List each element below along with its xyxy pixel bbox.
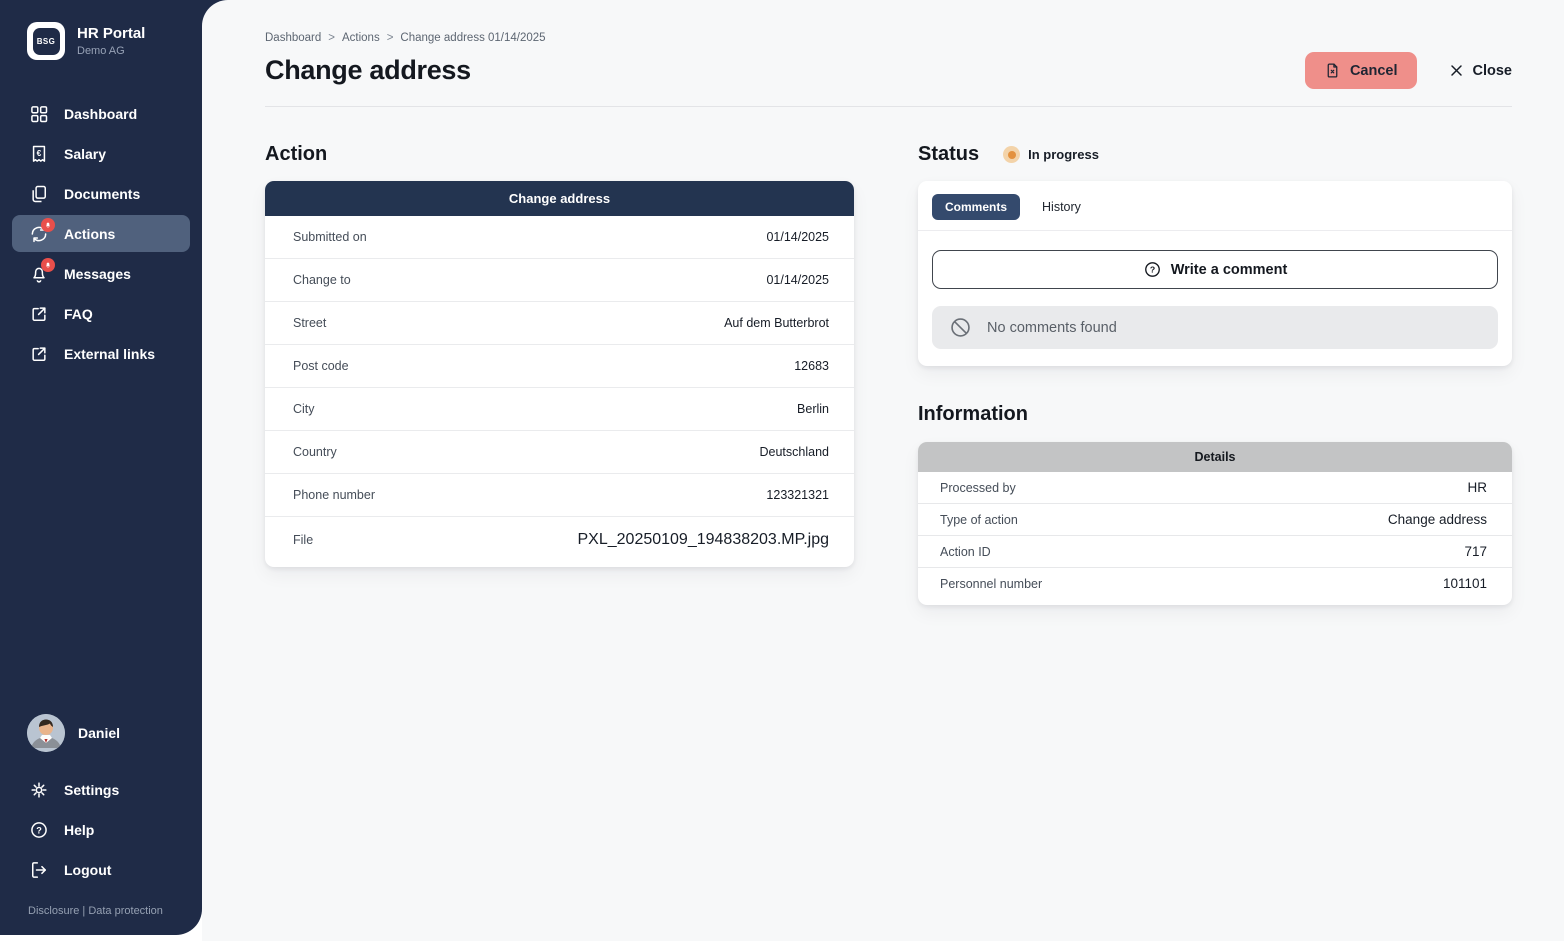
action-table: Change address Submitted on 01/14/2025 C… [265,181,854,567]
sidebar-item-settings[interactable]: Settings [12,771,190,808]
app-logo: BSG HR Portal Demo AG [0,0,202,74]
no-comments-message: No comments found [932,306,1498,349]
table-row-file: File PXL_20250109_194838203.MP.jpg [265,517,854,567]
breadcrumb-separator: > [387,32,394,44]
sidebar-item-label: Logout [64,862,111,878]
sidebar-item-salary[interactable]: € Salary [12,135,190,172]
sidebar-item-label: External links [64,346,155,362]
close-button[interactable]: Close [1449,63,1513,79]
sidebar-item-actions[interactable]: Actions [12,215,190,252]
company-name: Demo AG [77,45,145,57]
action-heading: Action [265,143,854,166]
table-row: Country Deutschland [265,431,854,474]
file-x-icon [1324,62,1341,79]
sidebar-footer-nav: Settings ? Help Logout [0,768,202,891]
details-table-header: Details [918,442,1512,472]
legal-text[interactable]: Disclosure | Data protection [28,905,163,917]
table-row: Submitted on 01/14/2025 [265,216,854,259]
gear-icon [28,779,49,800]
notification-badge [41,218,55,232]
status-dot-icon [1003,146,1020,163]
sync-icon [28,223,49,244]
status-badge: In progress [1003,146,1099,163]
legal-links: Disclosure | Data protection [0,891,202,935]
comments-tabs: Comments History [918,181,1512,231]
sidebar-item-help[interactable]: ? Help [12,811,190,848]
close-button-label: Close [1473,63,1513,79]
sidebar-item-label: Messages [64,266,131,282]
breadcrumb-current: Change address 01/14/2025 [400,32,545,44]
action-table-header: Change address [265,181,854,216]
svg-text:?: ? [1150,265,1155,275]
comments-card: Comments History ? Write a comment [918,181,1512,366]
file-link[interactable]: PXL_20250109_194838203.MP.jpg [578,531,830,549]
breadcrumb-separator: > [328,32,335,44]
table-row: Change to 01/14/2025 [265,259,854,302]
write-comment-button[interactable]: ? Write a comment [932,250,1498,289]
main-content: Dashboard > Actions > Change address 01/… [202,0,1564,941]
notification-badge [41,258,55,272]
logo-text: BSG [33,28,60,55]
documents-icon [28,183,49,204]
tab-history[interactable]: History [1042,200,1081,214]
sidebar: BSG HR Portal Demo AG Dashboard [0,0,202,935]
information-heading: Information [918,403,1512,426]
table-row: Personnel number 101101 [918,568,1512,605]
breadcrumb-dashboard[interactable]: Dashboard [265,32,321,44]
cancel-button-label: Cancel [1350,63,1398,79]
sidebar-item-label: Actions [64,226,115,242]
status-heading: Status [918,143,979,166]
app-window: BSG HR Portal Demo AG Dashboard [0,0,1564,941]
sidebar-item-messages[interactable]: Messages [12,255,190,292]
table-row: City Berlin [265,388,854,431]
table-row: Action ID 717 [918,536,1512,568]
write-comment-label: Write a comment [1171,262,1288,278]
prohibited-icon [949,316,972,339]
details-table: Details Processed by HR Type of action C… [918,442,1512,605]
table-row: Phone number 123321321 [265,474,854,517]
user-name: Daniel [78,725,120,741]
receipt-euro-icon: € [28,143,49,164]
question-circle-icon: ? [28,819,49,840]
logout-icon [28,859,49,880]
action-column: Action Change address Submitted on 01/14… [265,107,854,567]
sidebar-item-label: FAQ [64,306,93,322]
sidebar-item-label: Help [64,822,94,838]
breadcrumb: Dashboard > Actions > Change address 01/… [265,0,1512,44]
table-row: Type of action Change address [918,504,1512,536]
bell-icon [28,263,49,284]
breadcrumb-actions[interactable]: Actions [342,32,380,44]
sidebar-item-label: Settings [64,782,119,798]
table-row: Street Auf dem Butterbrot [265,302,854,345]
table-row: Processed by HR [918,472,1512,504]
external-link-icon [28,303,49,324]
sidebar-item-dashboard[interactable]: Dashboard [12,95,190,132]
sidebar-nav: Dashboard € Salary Docume [0,92,202,375]
question-circle-icon: ? [1143,260,1162,279]
app-name: HR Portal [77,25,145,43]
svg-text:?: ? [36,825,42,835]
no-comments-text: No comments found [987,320,1117,336]
svg-text:€: € [36,148,41,158]
sidebar-item-label: Dashboard [64,106,137,122]
user-profile[interactable]: Daniel [0,704,202,762]
logo-box: BSG [27,22,65,60]
table-row: Post code 12683 [265,345,854,388]
sidebar-item-external-links[interactable]: External links [12,335,190,372]
sidebar-item-label: Salary [64,146,106,162]
close-icon [1449,63,1464,78]
status-label: In progress [1028,147,1099,162]
sidebar-item-logout[interactable]: Logout [12,851,190,888]
grid-icon [28,103,49,124]
tab-comments[interactable]: Comments [932,194,1020,220]
sidebar-item-label: Documents [64,186,140,202]
external-link-icon [28,343,49,364]
cancel-button[interactable]: Cancel [1305,52,1417,89]
status-column: Status In progress Comments History [918,107,1512,605]
page-title: Change address [265,55,471,86]
sidebar-item-documents[interactable]: Documents [12,175,190,212]
avatar [27,714,65,752]
sidebar-item-faq[interactable]: FAQ [12,295,190,332]
